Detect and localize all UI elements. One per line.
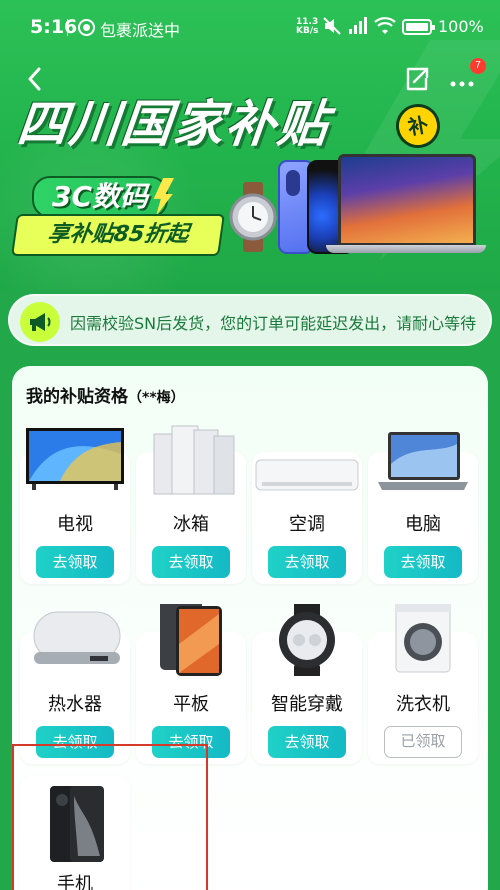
card-user: （**梅） (128, 390, 185, 406)
status-icons (322, 17, 396, 35)
tile-label: 空调 (289, 514, 325, 535)
claim-button[interactable]: 去领取 (384, 546, 462, 578)
status-time: 5:16 (30, 16, 78, 38)
banner-title: 四川国家补贴 (14, 95, 333, 153)
laptop-image (338, 154, 476, 246)
tile-label: 电脑 (405, 514, 441, 535)
status-notification: 包裹派送中 (100, 21, 181, 40)
category-tile-fridge[interactable]: 冰箱 去领取 (136, 425, 246, 584)
smartwatch-icon (279, 604, 335, 676)
fridge-icon (153, 425, 235, 495)
megaphone-icon (20, 302, 60, 342)
category-tile-air-conditioner[interactable]: 空调 去领取 (252, 452, 362, 584)
network-speed: 11.3 KB/s (296, 18, 318, 36)
air-conditioner-icon (255, 459, 359, 491)
status-bar: 5:16 包裹派送中 11.3 KB/s 100% (0, 0, 500, 56)
claimed-button[interactable]: 已领取 (384, 726, 462, 758)
laptop-icon (378, 432, 468, 490)
laptop-base (326, 245, 486, 253)
card-title-text: 我的补贴资格 (26, 387, 128, 407)
category-tile-laptop[interactable]: 电脑 去领取 (368, 432, 478, 584)
tablet-icon (160, 604, 222, 676)
category-tile-wearable[interactable]: 智能穿戴 去领取 (252, 604, 362, 764)
washing-machine-icon (395, 604, 451, 673)
offer-tag: 享补贴85折起 (11, 214, 225, 256)
claim-button[interactable]: 去领取 (268, 726, 346, 758)
tile-label: 热水器 (48, 694, 102, 715)
card-title: 我的补贴资格（**梅） (26, 382, 185, 407)
wifi-icon (374, 17, 396, 34)
signal-icon (349, 17, 367, 34)
claim-button[interactable]: 去领取 (268, 546, 346, 578)
tile-label: 智能穿戴 (271, 694, 343, 715)
share-icon[interactable] (404, 66, 430, 92)
tile-label: 电视 (57, 514, 93, 535)
mute-icon (323, 17, 341, 35)
category-tag: 3C数码 (32, 176, 168, 218)
claim-button[interactable]: 去领取 (152, 546, 230, 578)
speed-unit: KB/s (296, 26, 319, 36)
category-tile-tv[interactable]: 电视 去领取 (20, 428, 130, 584)
claim-button[interactable]: 去领取 (36, 546, 114, 578)
notice-text: 因需校验SN后发货，您的订单可能延迟发出，请耐心等待 (70, 314, 477, 333)
tile-label: 平板 (173, 694, 209, 715)
tile-label: 冰箱 (173, 514, 209, 535)
notification-badge: 7 (470, 58, 486, 74)
tv-icon (26, 428, 124, 490)
status-separator (67, 19, 68, 36)
battery-icon (402, 19, 435, 35)
watch-image (229, 182, 277, 252)
package-icon (78, 19, 95, 36)
highlight-annotation (12, 744, 208, 890)
battery-percent: 100% (438, 17, 484, 36)
category-tile-washing-machine[interactable]: 洗衣机 已领取 (368, 604, 478, 764)
water-heater-icon (33, 611, 121, 664)
tile-label: 洗衣机 (396, 694, 450, 715)
notice-bar: 因需校验SN后发货，您的订单可能延迟发出，请耐心等待 (8, 294, 492, 346)
